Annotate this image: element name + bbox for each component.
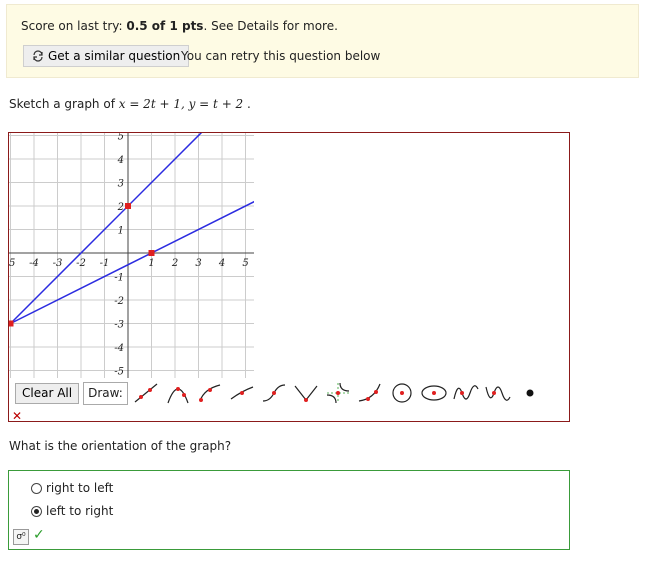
clear-all-button[interactable]: Clear All [15,382,80,404]
circle-tool-icon[interactable] [388,381,416,405]
prompt-equation: x = 2t + 1, y = t + 2 [118,97,244,111]
cubic-tool-icon[interactable] [228,381,256,405]
absolute-value-tool-icon[interactable] [292,381,320,405]
dot-tool-icon[interactable] [516,381,544,405]
x-tick-label: 1 [148,258,154,269]
y-tick-label: 1 [118,226,124,237]
draw-toolbar: Clear All Draw: [15,381,544,405]
option-label: right to left [46,481,114,495]
x-tick-label: -3 [53,258,63,269]
x-tick-label: 2 [171,258,178,269]
parabola-tool-icon[interactable] [164,381,192,405]
y-tick-label: -5 [114,367,124,378]
similar-button-label: Get a similar question [48,49,181,63]
x-tick-label: 4 [218,258,225,269]
sine-tool-icon[interactable] [452,381,480,405]
symbol-button[interactable]: σ⁰ [13,529,29,545]
y-tick-label: -1 [114,273,124,284]
cosine-tool-icon[interactable] [484,381,512,405]
refresh-icon [33,50,43,62]
y-tick-label: 3 [118,179,124,190]
option-label: left to right [46,504,114,518]
radio-left-to-right[interactable] [31,505,42,517]
retry-text: You can retry this question below [181,49,381,63]
score-text: Score on last try: 0.5 of 1 pts. See Det… [21,19,338,33]
option-right-to-left[interactable]: right to left [31,481,113,495]
x-tick-label: -1 [100,258,110,269]
x-tick-label: -4 [29,258,39,269]
graph-point [125,203,131,209]
x-tick-label: -5 [9,258,15,269]
graph-box: -5-4-3-2-11234554321-1-2-3-4-5 Clear All… [8,132,570,423]
y-tick-label: -4 [114,343,124,354]
line-tool-icon[interactable] [132,381,160,405]
graph-canvas[interactable]: -5-4-3-2-11234554321-1-2-3-4-5 [9,133,254,378]
x-tick-label: -2 [76,258,86,269]
graph-point [148,250,155,256]
y-tick-label: 5 [118,133,124,143]
exponential-tool-icon[interactable] [356,381,384,405]
graph-line [10,200,254,325]
orientation-question: What is the orientation of the graph? [9,439,232,453]
answer-box: right to left left to right σ⁰ ✓ [8,470,570,550]
draw-label: Draw: [83,381,128,405]
graph-line [9,133,203,325]
x-tick-label: 5 [242,258,248,269]
score-prefix: Score on last try: [21,19,127,33]
radio-right-to-left[interactable] [31,482,42,494]
option-left-to-right[interactable]: left to right [31,504,113,518]
rational-tool-icon[interactable] [324,381,352,405]
get-similar-question-button[interactable]: Get a similar question [23,45,190,67]
correct-check-icon: ✓ [33,527,45,543]
score-value: 0.5 of 1 pts [126,19,204,33]
question-prompt: Sketch a graph of x = 2t + 1, y = t + 2 … [9,97,251,111]
ellipse-tool-icon[interactable] [420,381,448,405]
x-tick-label: 3 [195,258,201,269]
incorrect-icon: ✕ [12,409,23,423]
score-banner: Score on last try: 0.5 of 1 pts. See Det… [6,4,639,78]
score-suffix: . See Details for more. [203,19,338,33]
graph-point [9,320,14,327]
y-tick-label: -2 [114,296,124,307]
cuberoot-tool-icon[interactable] [260,381,288,405]
prompt-lead: Sketch a graph of [9,97,119,111]
y-tick-label: 4 [117,155,124,166]
prompt-tail: . [243,97,251,111]
y-tick-label: -3 [114,320,124,331]
sqrt-tool-icon[interactable] [196,381,224,405]
